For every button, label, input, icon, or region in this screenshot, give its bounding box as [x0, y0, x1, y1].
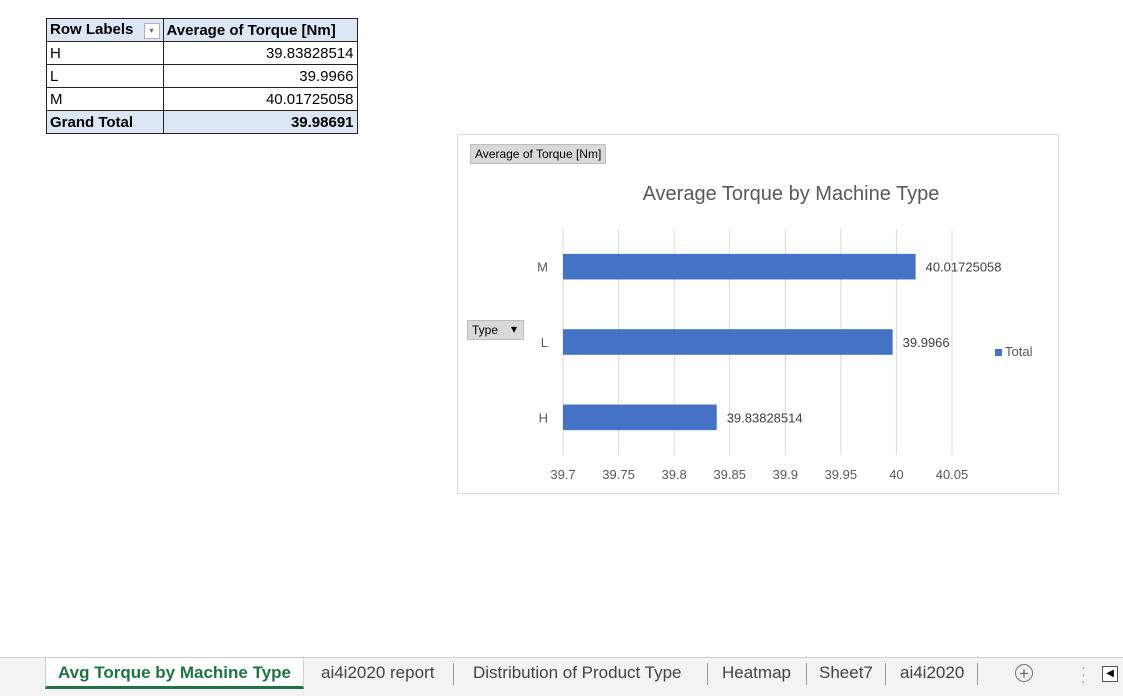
x-tick-label: 39.8	[661, 467, 686, 482]
x-tick-label: 39.85	[713, 467, 746, 482]
tab-ai4i2020[interactable]: ai4i2020	[900, 658, 964, 688]
pivot-row-value[interactable]: 40.01725058	[162, 87, 358, 111]
pivot-header-row: Row Labels ▾ Average of Torque [Nm]	[46, 18, 358, 42]
legend-swatch	[995, 349, 1002, 356]
pivot-row: L 39.9966	[46, 64, 358, 88]
tab-distribution-of-product-type[interactable]: Distribution of Product Type	[473, 658, 682, 688]
chart-plot-area: 39.7 39.75 39.8 39.85 39.9 39.95 40 40.05 M 40.01…	[537, 229, 1002, 482]
pivot-total-row: Grand Total 39.98691	[46, 110, 358, 134]
plus-circle-icon[interactable]: +	[1015, 664, 1033, 682]
chart-legend[interactable]: Total	[995, 344, 1032, 359]
pivot-row-label[interactable]: H	[46, 41, 164, 65]
row-labels-header-label: Row Labels	[50, 21, 134, 39]
tab-ai4i2020-report[interactable]: ai4i2020 report	[321, 658, 434, 688]
tab-separator	[977, 663, 978, 685]
pivot-row-value[interactable]: 39.9966	[162, 64, 358, 88]
x-tick-label: 39.75	[602, 467, 635, 482]
tab-heatmap[interactable]: Heatmap	[722, 658, 791, 688]
pivot-table: Row Labels ▾ Average of Torque [Nm] H 39…	[46, 18, 358, 134]
x-tick-label: 39.7	[550, 467, 575, 482]
bar	[563, 404, 717, 431]
pivot-chart[interactable]: Average of Torque [Nm] Average Torque by…	[457, 134, 1059, 494]
pivot-row: H 39.83828514	[46, 41, 358, 65]
grand-total-label[interactable]: Grand Total	[46, 110, 164, 134]
tab-avg-torque-by-machine-type[interactable]: Avg Torque by Machine Type	[45, 658, 304, 689]
pivot-row-label[interactable]: L	[46, 64, 164, 88]
row-labels-header[interactable]: Row Labels ▾	[46, 18, 164, 42]
tab-sheet7[interactable]: Sheet7	[819, 658, 873, 688]
pivot-row-value[interactable]: 39.83828514	[162, 41, 358, 65]
tab-separator	[806, 663, 807, 685]
data-label: 40.01725058	[926, 260, 1002, 275]
tab-separator	[707, 663, 708, 685]
bar	[563, 329, 893, 355]
value-header[interactable]: Average of Torque [Nm]	[162, 18, 358, 42]
bar	[563, 253, 916, 280]
x-tick-label: 40.05	[936, 467, 969, 482]
tab-separator	[453, 663, 454, 685]
y-category-label: L	[541, 335, 548, 350]
x-tick-label: 39.9	[773, 467, 798, 482]
drag-handle-icon[interactable]: · · ·	[1081, 660, 1086, 688]
legend-label: Total	[1005, 344, 1033, 359]
triangle-left-icon[interactable]: ◀	[1102, 666, 1118, 682]
pivot-row: M 40.01725058	[46, 87, 358, 111]
x-tick-label: 39.95	[825, 467, 858, 482]
tab-separator	[885, 663, 886, 685]
grand-total-value[interactable]: 39.98691	[162, 110, 358, 134]
filter-dropdown-icon[interactable]: ▾	[143, 22, 160, 39]
y-category-label: M	[537, 260, 548, 275]
x-tick-label: 40	[889, 467, 903, 482]
pivot-row-label[interactable]: M	[46, 87, 164, 111]
data-label: 39.83828514	[727, 410, 803, 425]
sheet-tab-bar: Avg Torque by Machine Type ai4i2020 repo…	[0, 657, 1123, 696]
y-category-label: H	[539, 410, 548, 425]
data-label: 39.9966	[903, 335, 950, 350]
